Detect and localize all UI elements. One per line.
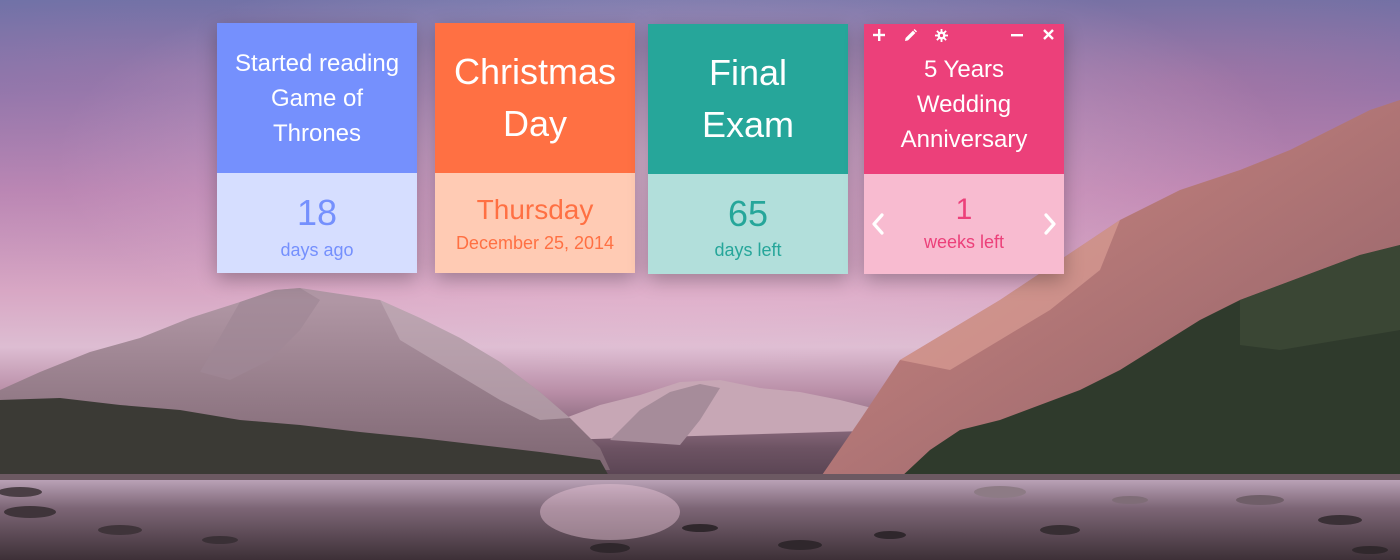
widget-header: Started reading Game of Thrones: [217, 23, 417, 173]
previous-arrow-icon[interactable]: [868, 211, 888, 237]
widget-day-name: Thursday: [476, 194, 594, 225]
widget-body: 1 weeks left: [864, 174, 1064, 274]
widget-count-label: weeks left: [923, 232, 1005, 252]
widget-count: 18: [296, 192, 338, 233]
widget-body: 65 days left: [648, 174, 848, 274]
widget-count-label: days ago: [280, 240, 354, 260]
edit-icon[interactable]: [901, 27, 919, 45]
settings-icon[interactable]: [932, 27, 950, 45]
add-icon[interactable]: [870, 27, 888, 45]
widget-toolbar: [864, 24, 1064, 48]
next-arrow-icon[interactable]: [1040, 211, 1060, 237]
widget-body: 18 days ago: [217, 173, 417, 273]
desktop-wallpaper: Started reading Game of Thrones 18 days …: [0, 0, 1400, 560]
widget-title: Final Exam: [701, 52, 795, 145]
countdown-widget-christmas[interactable]: Christmas Day Thursday December 25, 2014: [435, 23, 635, 273]
widget-title: 5 Years Wedding Anniversary: [900, 55, 1028, 153]
minimize-icon[interactable]: [1008, 27, 1026, 45]
countdown-widget-wedding-anniversary[interactable]: 5 Years Wedding Anniversary 1 weeks left: [864, 24, 1064, 274]
widget-count: 1: [955, 193, 973, 226]
countdown-widget-game-of-thrones[interactable]: Started reading Game of Thrones 18 days …: [217, 23, 417, 273]
close-icon[interactable]: [1039, 27, 1057, 45]
widget-body: Thursday December 25, 2014: [435, 173, 635, 273]
widget-title: Christmas Day: [453, 51, 617, 144]
widget-header: Final Exam: [648, 24, 848, 174]
widget-count-label: days left: [714, 240, 782, 260]
widget-title: Started reading Game of Thrones: [234, 49, 400, 147]
countdown-widget-final-exam[interactable]: Final Exam 65 days left: [648, 24, 848, 274]
widget-header: Christmas Day: [435, 23, 635, 173]
widget-date: December 25, 2014: [455, 233, 615, 253]
widget-count: 65: [727, 193, 769, 234]
